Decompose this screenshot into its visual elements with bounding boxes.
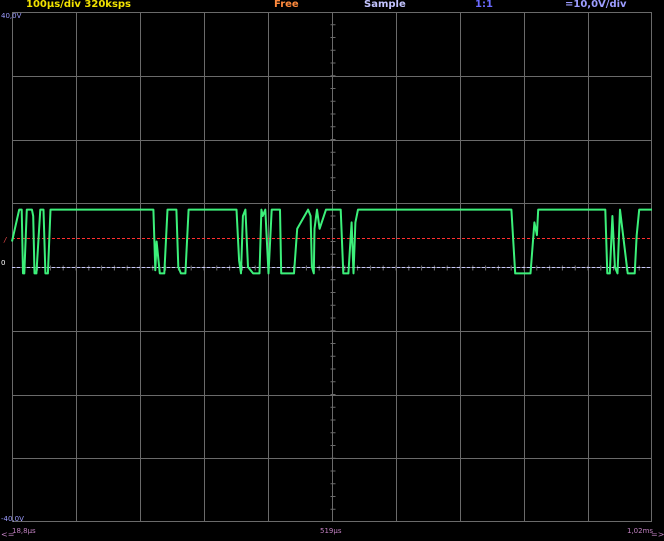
zero-marker[interactable]: 0 xyxy=(1,259,5,267)
trigger-marker[interactable]: / xyxy=(4,236,6,244)
probe-ratio-readout[interactable]: 1:1 xyxy=(475,0,493,11)
acquisition-mode-readout[interactable]: Sample xyxy=(364,0,406,11)
trigger-mode-readout[interactable]: Free xyxy=(274,0,299,11)
volts-per-div-readout[interactable]: =10,0V/div xyxy=(565,0,627,11)
scroll-right-arrow-icon[interactable]: => xyxy=(651,530,664,539)
y-axis-top-label: 40,0V xyxy=(1,12,22,20)
x-axis-mid-label: 519µs xyxy=(320,527,342,535)
timebase-readout[interactable]: 100µs/div 320ksps xyxy=(26,0,131,11)
status-bar: 100µs/div 320ksps Free Sample 1:1 =10,0V… xyxy=(0,0,664,12)
scope-display xyxy=(11,12,652,522)
x-axis-end-label: 1,02ms xyxy=(627,527,654,535)
time-axis-bar: <= 18,8µs 519µs 1,02ms => xyxy=(0,522,664,541)
x-axis-start-label: 18,8µs xyxy=(12,527,36,535)
